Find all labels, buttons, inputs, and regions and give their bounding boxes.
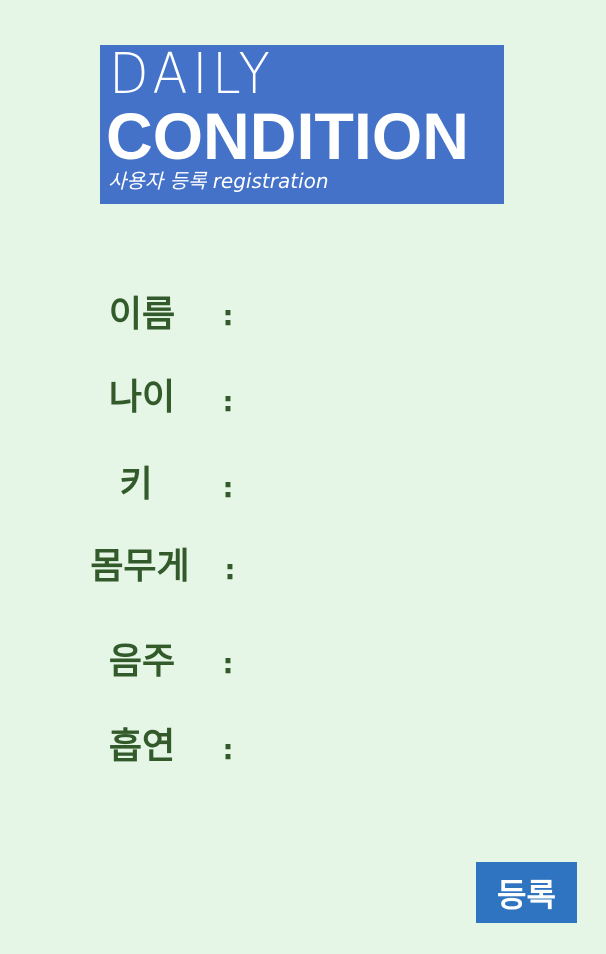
name-label: 이름 <box>108 294 176 335</box>
logo-condition-text: CONDITION <box>106 99 469 173</box>
smoking-colon: : <box>222 733 234 766</box>
logo-daily-text: DAILY <box>109 42 275 107</box>
height-input[interactable] <box>250 465 544 511</box>
age-label: 나이 <box>108 377 176 418</box>
age-input[interactable] <box>250 378 544 424</box>
height-label: 키 <box>119 464 153 505</box>
weight-colon: : <box>224 553 236 586</box>
drinking-colon: : <box>222 647 234 680</box>
register-button[interactable]: 등록 <box>476 862 577 923</box>
weight-input[interactable] <box>250 547 544 593</box>
smoking-label: 흡연 <box>108 726 176 767</box>
name-input[interactable] <box>250 294 544 340</box>
weight-label: 몸무게 <box>90 546 190 587</box>
age-colon: : <box>222 385 234 418</box>
smoking-input[interactable] <box>250 727 544 773</box>
logo-subtitle: 사용자 등록 registration <box>108 169 329 193</box>
app-logo: DAILY CONDITION 사용자 등록 registration <box>100 45 504 204</box>
name-colon: : <box>222 299 234 332</box>
drinking-label: 음주 <box>108 641 176 682</box>
height-colon: : <box>222 471 234 504</box>
drinking-input[interactable] <box>250 641 544 687</box>
